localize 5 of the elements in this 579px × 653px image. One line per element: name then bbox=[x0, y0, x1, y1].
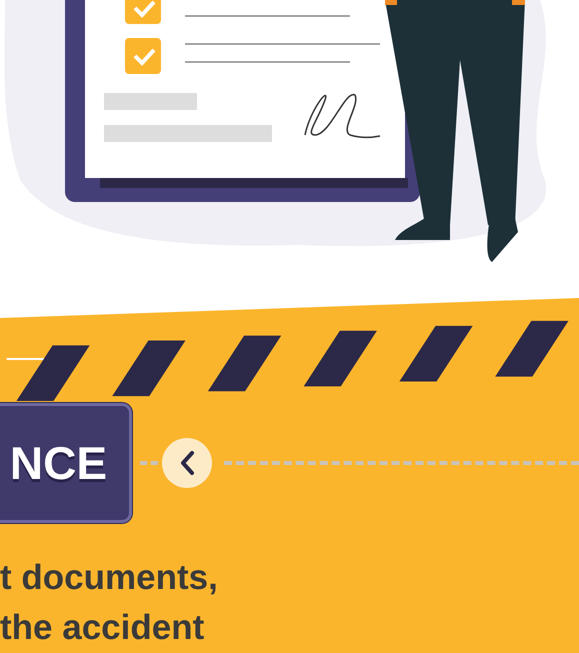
chevron-left-icon bbox=[179, 450, 195, 476]
section-title-badge: NCE bbox=[0, 403, 132, 523]
tape-edge-line bbox=[6, 358, 46, 360]
description-text: t documents, the accident bbox=[0, 557, 219, 649]
previous-button[interactable] bbox=[162, 438, 212, 488]
